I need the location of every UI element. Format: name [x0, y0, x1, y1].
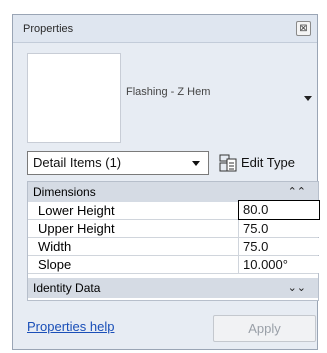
property-name: Lower Height	[38, 203, 115, 218]
property-row-upper-height: Upper Height 75.0	[28, 220, 320, 238]
width-field[interactable]: 75.0	[238, 238, 320, 255]
group-label: Identity Data	[33, 281, 101, 295]
collapse-icon[interactable]: ⌃⌃	[288, 182, 306, 202]
property-name: Width	[38, 239, 72, 254]
chevron-down-icon[interactable]	[304, 96, 312, 101]
property-row-slope: Slope 10.000°	[28, 256, 320, 274]
lower-height-field[interactable]: 80.0	[238, 200, 320, 220]
slope-field[interactable]: 10.000°	[238, 256, 320, 273]
properties-grid: Dimensions ⌃⌃ Lower Height 80.0 Upper He…	[27, 181, 320, 301]
property-row-width: Width 75.0	[28, 238, 320, 256]
instance-filter-dropdown[interactable]: Detail Items (1)	[27, 151, 209, 175]
property-row-lower-height: Lower Height 80.0	[28, 200, 320, 220]
properties-help-link[interactable]: Properties help	[27, 319, 114, 334]
type-preview-image	[27, 53, 121, 143]
edit-type-icon	[219, 154, 237, 172]
instance-filter-value: Detail Items (1)	[33, 155, 122, 170]
close-icon[interactable]: ⊠	[296, 21, 311, 36]
type-name[interactable]: Flashing - Z Hem	[126, 83, 246, 101]
property-name: Upper Height	[38, 221, 115, 236]
group-dimensions[interactable]: Dimensions ⌃⌃	[28, 182, 318, 202]
properties-panel: Properties ⊠ Flashing - Z Hem Detail Ite…	[12, 14, 320, 350]
panel-title: Properties	[23, 23, 74, 35]
group-identity-data[interactable]: Identity Data ⌄⌄	[28, 278, 318, 298]
upper-height-field[interactable]: 75.0	[238, 220, 320, 237]
edit-type-button[interactable]: Edit Type	[219, 151, 317, 175]
title-bar: Properties ⊠	[13, 15, 317, 43]
chevron-down-icon	[192, 161, 200, 166]
edit-type-label: Edit Type	[241, 155, 295, 170]
apply-button[interactable]: Apply	[213, 315, 316, 342]
property-name: Slope	[38, 257, 72, 272]
expand-icon[interactable]: ⌄⌄	[288, 278, 306, 298]
group-label: Dimensions	[33, 185, 96, 199]
